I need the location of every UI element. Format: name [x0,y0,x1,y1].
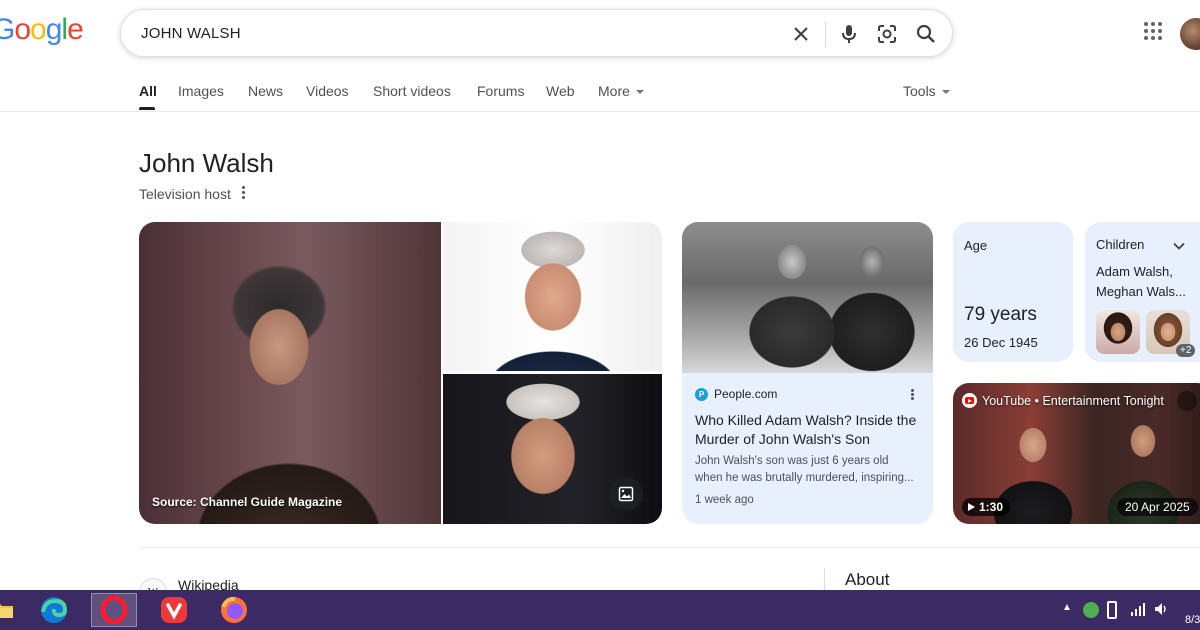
taskbar: ▲ 8/3 [0,590,1200,630]
section-divider [139,547,1200,548]
chevron-down-icon[interactable] [1173,239,1185,251]
vivaldi-browser-icon[interactable] [157,593,191,627]
opera-browser-icon[interactable] [91,593,137,627]
people-favicon-icon: P [695,387,708,401]
chevron-down-icon [635,90,644,95]
active-tab-indicator [139,107,155,110]
article-timestamp: 1 week ago [695,494,754,506]
firefox-browser-icon[interactable] [217,593,251,627]
more-children-badge: +2 [1176,344,1196,357]
search-divider [825,21,826,47]
article-snippet-line2: when he was brutally murdered, inspiring… [695,472,914,484]
network-status-icon[interactable] [1083,602,1099,618]
file-explorer-icon[interactable] [0,593,20,627]
tab-images[interactable]: Images [178,83,224,99]
age-value: 79 years [964,304,1037,325]
image-source-caption: Source: Channel Guide Magazine [152,495,343,509]
tools-button[interactable]: Tools [903,83,950,99]
news-article-card[interactable]: P People.com Who Killed Adam Walsh? Insi… [682,222,933,524]
entity-subtitle: Television host [139,186,231,202]
search-box[interactable]: JOHN WALSH [120,9,953,57]
search-icon[interactable] [914,22,938,46]
expand-icon[interactable] [1177,391,1197,411]
article-title[interactable]: Who Killed Adam Walsh? Inside the Murder… [695,411,921,449]
tab-news[interactable]: News [248,83,283,99]
image-collage: Source: Channel Guide Magazine [139,222,662,524]
search-input[interactable]: JOHN WALSH [141,25,241,42]
children-names-line1: Adam Walsh, [1096,264,1173,279]
clock-date[interactable]: 8/3 [1185,614,1200,626]
show-hidden-icons-icon[interactable]: ▲ [1062,602,1072,613]
tab-more[interactable]: More [598,83,644,99]
child-thumbnail[interactable] [1096,310,1140,354]
age-card[interactable]: Age 79 years 26 Dec 1945 [953,222,1073,362]
tab-short-videos[interactable]: Short videos [373,83,451,99]
video-duration: 1:30 [962,498,1011,516]
children-card[interactable]: Children Adam Walsh, Meghan Wals... +2 [1085,222,1200,362]
microphone-icon[interactable] [837,22,861,46]
article-snippet-line1: John Walsh's son was just 6 years old [695,455,889,467]
gallery-icon[interactable] [609,477,643,511]
lens-camera-icon[interactable] [875,22,899,46]
tab-forums[interactable]: Forums [477,83,524,99]
wifi-signal-icon[interactable] [1130,601,1146,622]
tab-more-label: More [598,83,630,99]
age-label: Age [964,238,988,253]
volume-icon[interactable] [1153,601,1169,622]
about-heading: About [845,570,890,589]
more-options-icon[interactable] [910,389,914,401]
article-source: P People.com [695,387,777,401]
play-icon [968,503,975,511]
video-source: YouTube • Entertainment Tonight [962,393,1164,408]
chevron-down-icon [941,90,950,95]
youtube-icon [962,393,977,408]
portrait-image-smiling[interactable] [443,222,662,371]
battery-icon[interactable] [1107,601,1117,619]
main-portrait-image[interactable]: Source: Channel Guide Magazine [139,222,441,524]
children-names-line2: Meghan Wals... [1096,284,1186,299]
clear-icon[interactable] [789,22,813,46]
video-date: 20 Apr 2025 [1117,498,1198,516]
tab-web[interactable]: Web [546,83,575,99]
more-options-icon[interactable] [240,185,246,199]
edge-browser-icon[interactable] [37,593,71,627]
tab-all[interactable]: All [139,83,157,99]
tools-label: Tools [903,83,936,99]
birth-date: 26 Dec 1945 [964,335,1038,350]
google-logo[interactable]: Google [0,13,84,47]
logo-letter: G [0,13,15,46]
tab-videos[interactable]: Videos [306,83,349,99]
entity-title: John Walsh [139,148,274,178]
article-thumbnail [682,222,933,373]
children-names: Adam Walsh, Meghan Wals... [1096,262,1186,302]
apps-grid-icon[interactable] [1143,21,1165,43]
article-source-label: People.com [714,387,778,401]
account-avatar[interactable] [1180,18,1200,50]
video-duration-label: 1:30 [979,500,1004,514]
tabs-divider [0,111,1200,112]
video-source-label: YouTube • Entertainment Tonight [982,393,1164,408]
video-card[interactable]: YouTube • Entertainment Tonight 1:30 20 … [953,383,1200,524]
page: Google JOHN WALSH All Images News Videos [0,0,1200,630]
children-label: Children [1096,237,1145,252]
